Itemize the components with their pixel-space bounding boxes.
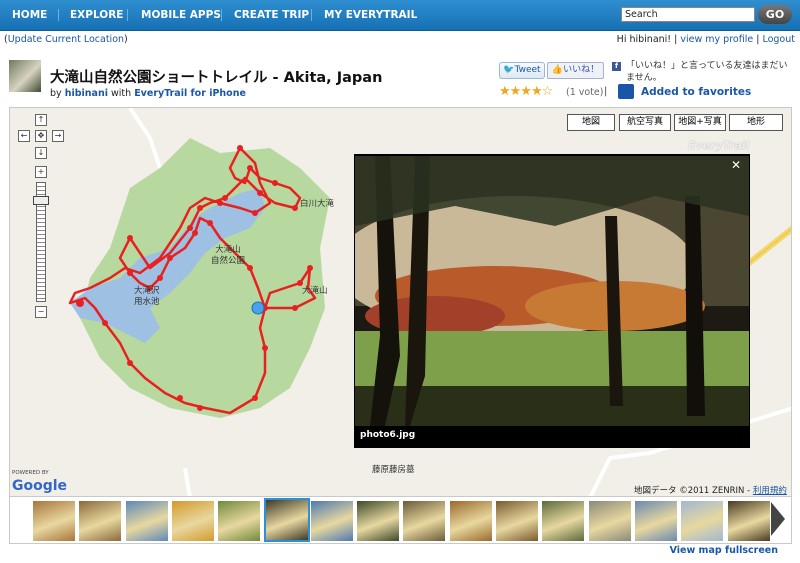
greeting: Hi hibinani! bbox=[616, 34, 672, 45]
nav-explore[interactable]: EXPLORE bbox=[70, 0, 123, 30]
photo-caption: photo6.jpg bbox=[360, 430, 416, 440]
photo-thumbnail[interactable] bbox=[402, 500, 447, 542]
photo-thumbnail[interactable] bbox=[448, 500, 493, 542]
twitter-bird-icon: 🐦 bbox=[503, 65, 515, 75]
photo-thumbnail[interactable] bbox=[32, 500, 76, 542]
map-label-falls: 白川大滝 bbox=[300, 199, 335, 209]
search-input[interactable]: Search bbox=[621, 7, 755, 22]
pan-up-icon[interactable]: ↑ bbox=[35, 114, 47, 126]
pan-right-icon[interactable]: → bbox=[52, 130, 64, 142]
logout-link[interactable]: Logout bbox=[762, 34, 795, 45]
user-links: Hi hibinani! | view my profile | Logout bbox=[617, 34, 795, 45]
favorites-briefcase-icon[interactable] bbox=[618, 84, 634, 99]
close-icon[interactable]: ✕ bbox=[731, 158, 741, 172]
nav-my-everytrail[interactable]: MY EVERYTRAIL bbox=[324, 0, 417, 30]
map-copyright: 地図データ ©2011 ZENRIN - 利用規約 bbox=[634, 484, 787, 496]
photo-thumbnail[interactable] bbox=[217, 500, 262, 542]
favorites-link[interactable]: Added to favorites bbox=[641, 86, 751, 98]
app-link[interactable]: EveryTrail for iPhone bbox=[134, 88, 246, 99]
thumbs-up-icon: 👍 bbox=[551, 65, 564, 75]
with-label: with bbox=[111, 88, 132, 99]
nav-separator bbox=[311, 9, 312, 21]
view-fullscreen-link[interactable]: View map fullscreen bbox=[670, 545, 778, 556]
pan-center-icon[interactable]: ✥ bbox=[35, 130, 47, 142]
next-arrow-icon[interactable] bbox=[771, 502, 785, 536]
author-link[interactable]: hibinani bbox=[65, 88, 108, 99]
separator: | bbox=[674, 34, 678, 45]
powered-by-label: POWERED BY bbox=[12, 470, 49, 476]
trip-title: 大滝山自然公園ショートトレイル - Akita, Japan bbox=[50, 70, 383, 86]
separator: | bbox=[756, 34, 760, 45]
current-location-pin-icon[interactable] bbox=[251, 301, 265, 315]
park-area bbox=[80, 138, 330, 418]
zoom-slider-handle[interactable] bbox=[33, 196, 49, 205]
nav-separator bbox=[58, 9, 59, 21]
nav-home[interactable]: HOME bbox=[12, 0, 47, 30]
photo-thumbnail[interactable] bbox=[124, 500, 169, 542]
map-label-reservoir: 大滝沢 用水池 bbox=[134, 286, 160, 307]
tweet-button[interactable]: 🐦Tweet bbox=[499, 62, 545, 79]
location-line: (Update Current Location) bbox=[4, 34, 128, 45]
photo-thumbnail[interactable] bbox=[309, 500, 354, 542]
google-logo[interactable]: Google bbox=[12, 478, 67, 494]
photo-image[interactable] bbox=[355, 156, 749, 426]
photo-thumbnail[interactable] bbox=[356, 500, 401, 542]
photo-thumbnail[interactable] bbox=[680, 500, 725, 542]
pan-down-icon[interactable]: ↓ bbox=[35, 147, 47, 159]
everytrail-watermark: EveryTrail bbox=[688, 139, 750, 152]
photo-thumbnail[interactable] bbox=[726, 500, 771, 542]
nav-separator bbox=[127, 9, 128, 21]
vote-count: (1 vote) bbox=[566, 87, 604, 98]
photo-canvas bbox=[355, 156, 749, 426]
facebook-like-button[interactable]: 👍いいね！ bbox=[547, 62, 604, 79]
author-avatar[interactable] bbox=[9, 60, 41, 92]
maptype-terrain-button[interactable]: 地形 bbox=[729, 114, 783, 131]
zoom-out-icon[interactable]: − bbox=[35, 306, 47, 318]
map-label-park: 大滝山 自然公園 bbox=[211, 245, 246, 266]
copyright-text: 地図データ ©2011 ZENRIN - bbox=[634, 486, 753, 496]
photo-thumbnail[interactable] bbox=[263, 498, 310, 542]
tweet-label: Tweet bbox=[514, 65, 541, 75]
rating-stars[interactable]: ★★★★☆ bbox=[499, 84, 553, 99]
trip-byline: by hibinani with EveryTrail for iPhone bbox=[50, 88, 246, 99]
facebook-friends-note: 「いいね！」と言っている友達はまだいません。 bbox=[626, 61, 788, 83]
photo-thumbnail[interactable] bbox=[587, 500, 632, 542]
terms-link[interactable]: 利用規約 bbox=[753, 486, 787, 496]
photo-thumbnail[interactable] bbox=[170, 500, 215, 542]
map-label-tomb: 藤原藤房墓 bbox=[372, 465, 415, 475]
like-label: いいね！ bbox=[563, 65, 600, 75]
view-profile-link[interactable]: view my profile bbox=[680, 34, 753, 45]
zoom-in-icon[interactable]: + bbox=[35, 166, 47, 178]
nav-mobile-apps[interactable]: MOBILE APPS bbox=[141, 0, 221, 30]
map-label-mountain: 大滝山 bbox=[302, 286, 328, 296]
pan-left-icon[interactable]: ← bbox=[18, 130, 30, 142]
nav-separator bbox=[221, 9, 222, 21]
maptype-map-button[interactable]: 地図 bbox=[567, 114, 615, 131]
go-button[interactable]: GO bbox=[758, 5, 792, 24]
nav-create-trip[interactable]: CREATE TRIP bbox=[234, 0, 309, 30]
maptype-hybrid-button[interactable]: 地図+写真 bbox=[674, 114, 726, 131]
photo-thumbnail[interactable] bbox=[633, 500, 678, 542]
separator: | bbox=[604, 86, 608, 97]
photo-thumbnail[interactable] bbox=[541, 500, 586, 542]
maptype-satellite-button[interactable]: 航空写真 bbox=[619, 114, 671, 131]
update-location-link[interactable]: Update Current Location bbox=[8, 34, 124, 45]
by-label: by bbox=[50, 88, 62, 99]
photo-thumbnail[interactable] bbox=[78, 500, 123, 542]
photo-thumbnail[interactable] bbox=[495, 500, 539, 542]
